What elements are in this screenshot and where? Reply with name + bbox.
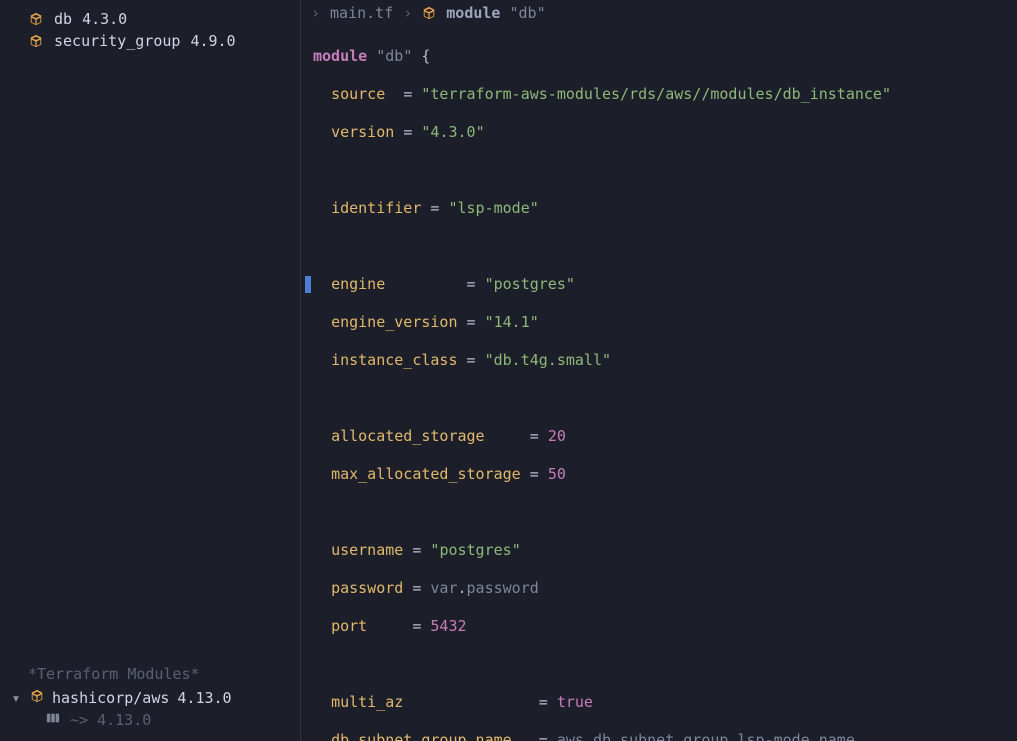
package-icon bbox=[28, 34, 44, 48]
module-tree: db 4.3.0 security_group 4.9.0 bbox=[0, 0, 300, 663]
code-editor[interactable]: module "db" { source = "terraform-aws-mo… bbox=[301, 26, 1017, 741]
provider-name: hashicorp/aws bbox=[52, 689, 169, 707]
chevron-right-icon: › bbox=[311, 4, 320, 22]
caret-down-icon: ▾ bbox=[10, 689, 22, 707]
provider-item[interactable]: ▾ hashicorp/aws 4.13.0 bbox=[0, 687, 300, 709]
module-tree-item-db[interactable]: db 4.3.0 bbox=[0, 8, 300, 30]
editor-pane: › main.tf › module "db" module "db" { so… bbox=[301, 0, 1017, 741]
cursor-line: engine = "postgres" bbox=[305, 275, 1017, 294]
module-tree-item-security-group[interactable]: security_group 4.9.0 bbox=[0, 30, 300, 52]
breadcrumb[interactable]: › main.tf › module "db" bbox=[301, 0, 1017, 26]
module-version: 4.3.0 bbox=[82, 10, 127, 28]
section-title: *Terraform Modules* bbox=[0, 663, 300, 687]
provider-constraint[interactable]: ~> 4.13.0 bbox=[0, 709, 300, 731]
module-name: security_group bbox=[54, 32, 180, 50]
module-version: 4.9.0 bbox=[190, 32, 235, 50]
breadcrumb-module[interactable]: module "db" bbox=[446, 4, 545, 22]
module-name: db bbox=[54, 10, 72, 28]
providers-section: *Terraform Modules* ▾ hashicorp/aws 4.13… bbox=[0, 663, 300, 741]
breadcrumb-file[interactable]: main.tf bbox=[330, 4, 393, 22]
module-icon bbox=[46, 711, 60, 729]
package-icon bbox=[422, 4, 436, 22]
provider-version: 4.13.0 bbox=[177, 689, 231, 707]
sidebar: db 4.3.0 security_group 4.9.0 *Terraform… bbox=[0, 0, 301, 741]
package-icon bbox=[28, 12, 44, 26]
provider-constraint-text: ~> 4.13.0 bbox=[70, 711, 151, 729]
package-icon bbox=[30, 689, 44, 707]
chevron-right-icon: › bbox=[403, 4, 412, 22]
